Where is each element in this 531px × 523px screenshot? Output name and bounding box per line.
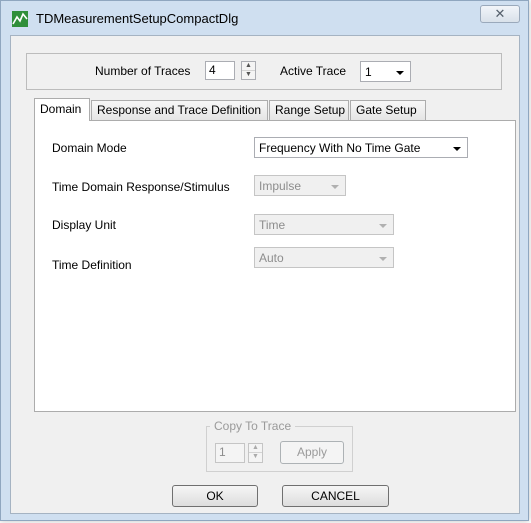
title-bar[interactable]: TDMeasurementSetupCompactDlg ✕ [1,1,528,35]
active-trace-value: 1 [365,65,372,79]
copy-to-trace-title: Copy To Trace [210,419,296,433]
spin-down-icon[interactable]: ▼ [242,71,255,80]
close-button[interactable]: ✕ [480,5,520,23]
tab-response-and-trace-definition[interactable]: Response and Trace Definition [91,100,268,120]
close-icon: ✕ [494,6,506,21]
tab-range-setup[interactable]: Range Setup [269,100,349,120]
domain-mode-value: Frequency With No Time Gate [259,141,421,155]
spin-up-icon[interactable]: ▲ [242,62,255,71]
tab-domain[interactable]: Domain [34,98,90,121]
chevron-down-icon [379,224,387,228]
time-domain-response-label: Time Domain Response/Stimulus [52,180,230,194]
chevron-down-icon [396,71,404,75]
copy-trace-spinner[interactable]: ▲ ▼ [248,443,263,463]
window-title: TDMeasurementSetupCompactDlg [36,11,239,26]
time-definition-dropdown[interactable]: Auto [254,247,394,268]
tab-gate-setup[interactable]: Gate Setup [350,100,426,120]
cancel-button[interactable]: CANCEL [282,485,389,507]
domain-mode-dropdown[interactable]: Frequency With No Time Gate [254,137,468,158]
spin-down-icon[interactable]: ▼ [249,453,262,462]
chevron-down-icon [331,185,339,189]
display-unit-dropdown[interactable]: Time [254,214,394,235]
number-of-traces-label: Number of Traces [95,64,191,78]
measurement-app-icon [12,11,28,27]
time-domain-response-dropdown[interactable]: Impulse [254,175,346,196]
active-trace-dropdown[interactable]: 1 [360,61,411,82]
chevron-down-icon [453,147,461,151]
time-definition-value: Auto [259,251,284,265]
display-unit-label: Display Unit [52,218,117,232]
chevron-down-icon [379,257,387,261]
number-of-traces-input[interactable]: 4 [205,61,235,80]
active-trace-label: Active Trace [280,64,347,78]
spin-up-icon[interactable]: ▲ [249,444,262,453]
apply-button[interactable]: Apply [280,441,344,464]
ok-button[interactable]: OK [172,485,258,507]
time-definition-label: Time Definition [52,258,132,272]
display-unit-value: Time [259,218,286,232]
number-of-traces-spinner[interactable]: ▲ ▼ [241,61,256,80]
time-domain-response-value: Impulse [259,179,302,193]
domain-mode-label: Domain Mode [52,141,127,155]
copy-trace-input[interactable]: 1 [215,443,245,463]
